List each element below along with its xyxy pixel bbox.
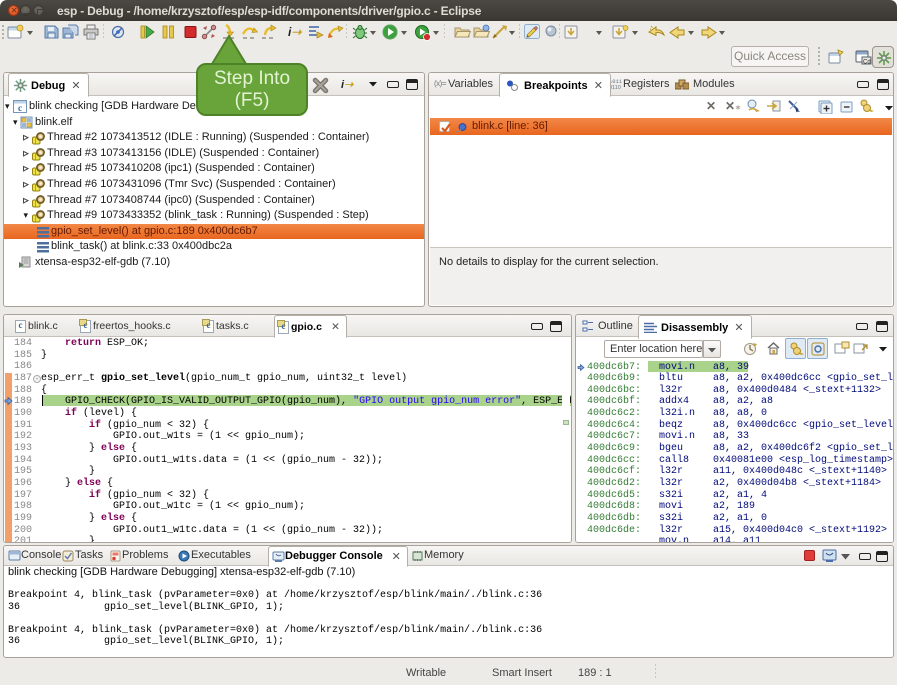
svg-text:1011: 1011 xyxy=(609,78,623,85)
svg-text:c: c xyxy=(18,103,22,113)
svg-text:Cd: Cd xyxy=(863,60,871,66)
